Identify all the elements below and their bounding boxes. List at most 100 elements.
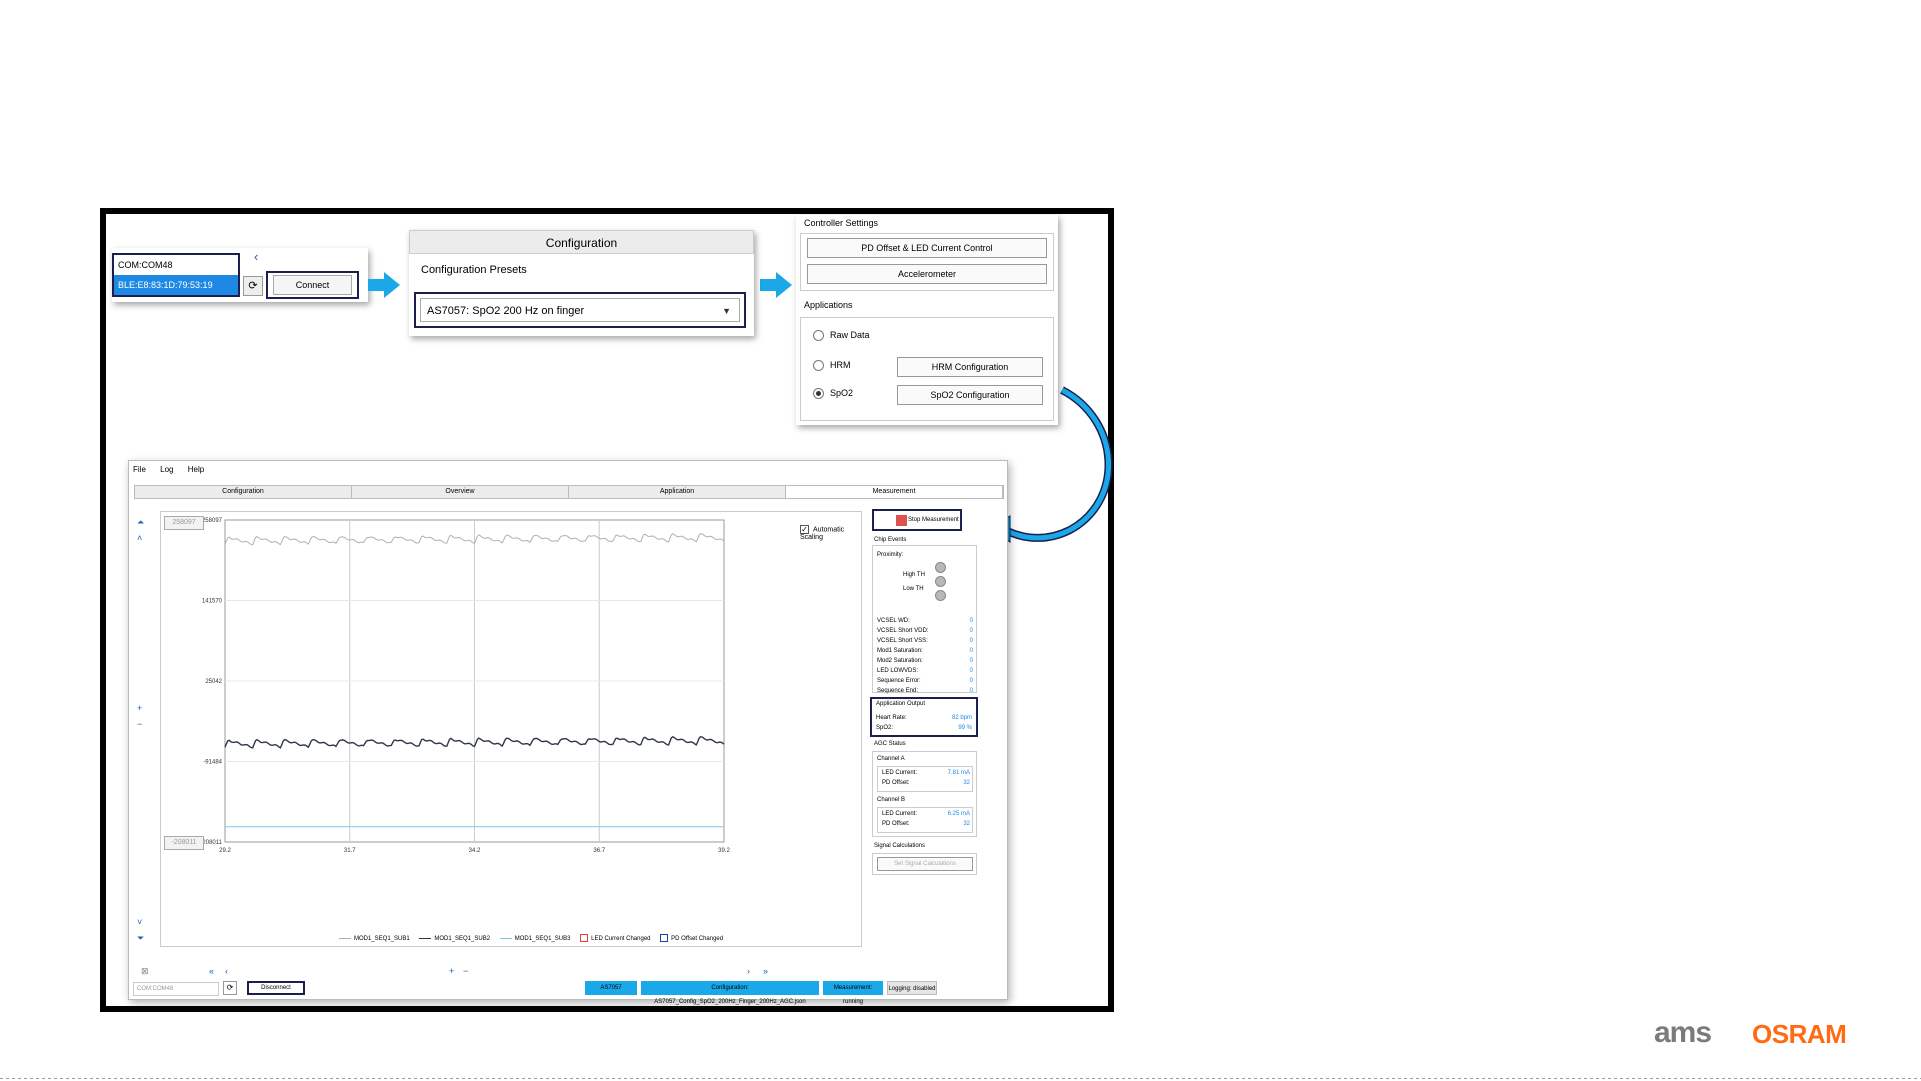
com-port-list[interactable]: COM:COM48 BLE:E8:83:1D:79:53:19 (112, 253, 240, 297)
raw-data-radio[interactable]: Raw Data (813, 330, 870, 342)
refresh-icon[interactable]: ⟳ (243, 276, 263, 296)
spo2-radio[interactable]: SpO2 (813, 388, 853, 400)
tab-measurement[interactable]: Measurement (786, 486, 1003, 498)
chip-event-row: Sequence End: 0 (877, 688, 973, 694)
scroll-top-icon[interactable]: ⏶ (137, 517, 144, 528)
chip-event-row: VCSEL Short VSS: 0 (877, 638, 973, 644)
indicator-icon (935, 590, 946, 601)
zoom-in-icon[interactable]: + (137, 703, 142, 713)
app-window: File Log Help Configuration Overview App… (128, 460, 1008, 1005)
tab-configuration[interactable]: Configuration (135, 486, 352, 498)
chip-events-label: Chip Events (874, 537, 907, 543)
refresh-icon[interactable]: ⟳ (223, 981, 237, 995)
status-configuration: Configuration: AS7057_Config_SpO2_200Hz_… (641, 981, 819, 1005)
chevron-down-icon: ▼ (722, 306, 731, 316)
x-tick-label: 29.2 (219, 848, 231, 854)
low-th-label: Low TH (903, 586, 924, 592)
radio-icon (813, 360, 824, 372)
y-tick-label: 25042 (205, 679, 222, 685)
automatic-scaling-checkbox[interactable]: ✓ Automatic Scaling (800, 525, 861, 541)
configuration-panel: Configuration Configuration Presets AS70… (409, 230, 754, 336)
pd-offset-button[interactable]: PD Offset & LED Current Control (807, 238, 1047, 258)
chip-event-value: 0 (969, 628, 973, 634)
accelerometer-button[interactable]: Accelerometer (807, 264, 1047, 284)
menu-file[interactable]: File (133, 465, 146, 474)
ble-device-item[interactable]: BLE:E8:83:1D:79:53:19 (114, 275, 238, 295)
controller-settings-label: Controller Settings (804, 218, 879, 228)
zoom-out-x-icon[interactable]: − (463, 966, 468, 976)
chip-event-value: 0 (969, 638, 973, 644)
tab-overview[interactable]: Overview (352, 486, 569, 498)
legend-item: PD Offset Changed (660, 934, 723, 942)
channel-a-led-row: LED Current: 7.81 mA (882, 770, 970, 776)
measurement-side-panel: Stop Measurement Chip Events Proximity: … (870, 501, 1004, 957)
legend-item: MOD1_SEQ1_SUB1 (339, 936, 410, 942)
chip-event-row: Mod1 Saturation: 0 (877, 648, 973, 654)
set-signal-calculations-button[interactable]: Set Signal Calculations (877, 857, 973, 871)
chevron-left-icon[interactable]: ‹ (254, 249, 258, 264)
spo2-row: SpO2: 99 % (876, 725, 972, 731)
chevron-up-icon[interactable]: ˄ (137, 533, 142, 543)
applications-label: Applications (804, 300, 853, 310)
hrm-radio[interactable]: HRM (813, 360, 851, 372)
tab-application[interactable]: Application (569, 486, 786, 498)
stop-measurement-button[interactable]: Stop Measurement (872, 509, 962, 531)
configuration-presets-label: Configuration Presets (421, 264, 527, 276)
channel-a-box: LED Current: 7.81 mA PD Offset: 32 (877, 766, 973, 792)
step-back-icon[interactable]: ‹ (225, 966, 228, 976)
high-th-label: High TH (903, 572, 925, 578)
skip-back-icon[interactable]: « (209, 966, 214, 976)
chip-event-value: 0 (969, 618, 973, 624)
x-tick-label: 39.2 (718, 848, 730, 854)
footer-divider (0, 1078, 1921, 1079)
status-measurement: Measurement: running (823, 981, 883, 1005)
agc-status-box: Channel A LED Current: 7.81 mA PD Offset:… (872, 751, 977, 837)
spo2-value: 99 % (958, 725, 972, 731)
plot-canvas: 29.2 31.7 34.2 36.7 39.2 258097 141570 25042 -91… (200, 518, 730, 854)
indicator-icon (935, 562, 946, 573)
chip-event-row: VCSEL WD: 0 (877, 618, 973, 624)
legend-item: LED Current Changed (580, 934, 651, 942)
ams-logo: ams (1654, 1016, 1712, 1049)
chip-event-value: 0 (969, 648, 973, 654)
disconnect-button[interactable]: Disconnect (247, 981, 305, 995)
menu-bar: File Log Help (129, 461, 1007, 479)
heart-rate-row: Heart Rate: 82 bpm (876, 715, 972, 721)
step-forward-icon[interactable]: › (747, 966, 750, 976)
configuration-title: Configuration (409, 230, 754, 254)
menu-log[interactable]: Log (160, 465, 173, 474)
signal-plot[interactable]: 29.2 31.7 34.2 36.7 39.2 258097 141570 25042 -91… (160, 511, 862, 947)
legend-item: MOD1_SEQ1_SUB3 (499, 936, 570, 942)
com-port-select[interactable]: COM:COM48 (133, 982, 219, 996)
zoom-in-x-icon[interactable]: + (449, 966, 454, 976)
y-tick-label: -91484 (203, 760, 222, 766)
channel-a-label: Channel A (877, 756, 905, 762)
radio-icon (813, 330, 824, 342)
spo2-configuration-button[interactable]: SpO2 Configuration (897, 385, 1043, 405)
hrm-configuration-button[interactable]: HRM Configuration (897, 357, 1043, 377)
chip-event-value: 0 (969, 688, 973, 694)
skip-forward-icon[interactable]: » (763, 966, 768, 976)
controller-settings-box: PD Offset & LED Current Control Accelero… (800, 233, 1054, 291)
preset-dropdown[interactable]: AS7057: SpO2 200 Hz on finger ▼ (414, 292, 746, 328)
y-tick-label: 141570 (202, 599, 223, 605)
y-min-input[interactable]: -208011 (164, 836, 204, 850)
chip-event-row: Mod2 Saturation: 0 (877, 658, 973, 664)
status-device: AS7057 (585, 981, 637, 995)
radio-selected-icon (813, 388, 824, 400)
channel-b-pd-row: PD Offset: 32 (882, 821, 970, 827)
heart-rate-value: 82 bpm (951, 715, 972, 721)
zoom-out-icon[interactable]: − (137, 719, 142, 729)
chevron-down-icon[interactable]: ˅ (137, 917, 142, 927)
x-tick-label: 34.2 (469, 848, 481, 854)
scroll-bottom-icon[interactable]: ⏷ (137, 933, 144, 944)
chip-event-value: 0 (969, 658, 973, 664)
checkbox-checked-icon: ✓ (800, 525, 809, 534)
connect-button[interactable]: Connect (266, 271, 359, 299)
y-max-input[interactable]: 258097 (164, 516, 204, 530)
chip-event-row: VCSEL Short VDD: 0 (877, 628, 973, 634)
controller-panel: Controller Settings PD Offset & LED Curr… (796, 215, 1058, 425)
com-port-item[interactable]: COM:COM48 (114, 255, 238, 275)
application-output-label: Application Output (876, 701, 926, 707)
menu-help[interactable]: Help (188, 465, 204, 474)
